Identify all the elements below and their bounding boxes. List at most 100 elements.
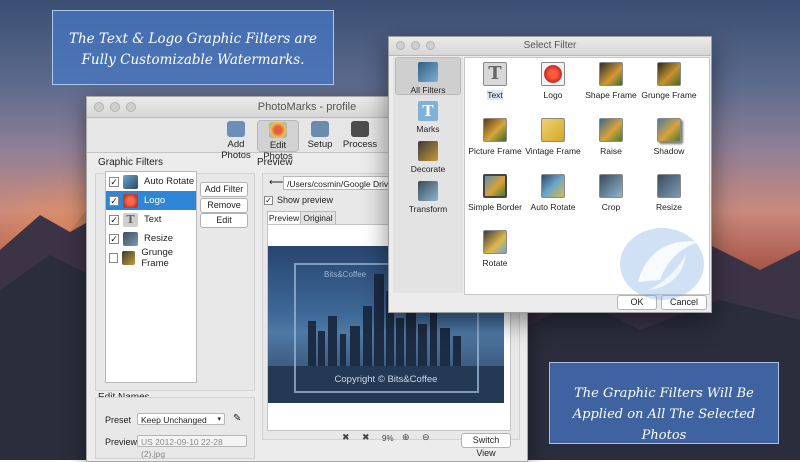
remove-filter-button[interactable]: Remove xyxy=(200,198,248,213)
tab-original[interactable]: Original xyxy=(300,211,336,225)
text-icon: T xyxy=(123,212,138,227)
window-title: PhotoMarks - profile xyxy=(257,101,357,113)
watermark-text: Bits&Coffee xyxy=(324,270,367,279)
filter-categories: All Filters T Marks Decorate Transform xyxy=(393,57,463,293)
filter-tile-text[interactable]: T Text xyxy=(465,62,525,100)
filter-label: Auto Rotate xyxy=(144,176,195,187)
filter-tile-picture-frame[interactable]: Picture Frame xyxy=(465,118,525,156)
text-icon: T xyxy=(483,62,507,86)
bits-coffee-logo-icon xyxy=(620,228,704,300)
setup-button[interactable]: Setup xyxy=(299,120,341,152)
filter-tile-resize[interactable]: Resize xyxy=(639,174,699,212)
filter-list[interactable]: ✓ Auto Rotate ✓ Logo ✓ T Text ✓ Resize G… xyxy=(105,171,197,383)
category-marks[interactable]: T Marks xyxy=(395,101,461,134)
tab-preview[interactable]: Preview xyxy=(267,211,301,225)
filter-tile-label: Text xyxy=(487,90,503,100)
filter-tile-shadow[interactable]: Shadow xyxy=(639,118,699,156)
edit-photos-button[interactable]: Edit Photos xyxy=(257,120,299,162)
grunge-frame-icon xyxy=(122,250,136,265)
filter-tile-label: Picture Frame xyxy=(468,146,522,156)
filter-tile-label: Auto Rotate xyxy=(530,202,576,212)
filter-tile-logo[interactable]: Logo xyxy=(523,62,583,100)
filter-checkbox[interactable]: ✓ xyxy=(109,233,119,244)
filter-item-grunge-frame[interactable]: Grunge Frame xyxy=(106,246,196,269)
filter-tile-raise[interactable]: Raise xyxy=(581,118,641,156)
resize-icon xyxy=(657,174,681,198)
process-icon xyxy=(351,121,369,137)
path-field[interactable]: /Users/cosmin/Google Drive/Share/ xyxy=(283,176,395,190)
fit-icon[interactable]: ✖ xyxy=(342,432,350,443)
switch-view-button[interactable]: Switch View xyxy=(461,433,511,458)
close-icon[interactable] xyxy=(94,102,104,112)
category-label: All Filters xyxy=(410,85,446,95)
decorate-icon xyxy=(418,141,438,161)
filter-checkbox[interactable]: ✓ xyxy=(109,214,119,225)
edit-filter-button[interactable]: Edit xyxy=(200,213,248,228)
filter-item-resize[interactable]: ✓ Resize xyxy=(106,229,196,248)
filter-tile-label: Crop xyxy=(601,202,621,212)
zoom-in-icon[interactable]: ⊕ xyxy=(402,432,410,443)
back-arrow-icon[interactable]: ⟵ xyxy=(269,177,283,188)
marks-icon: T xyxy=(418,101,438,121)
filter-tile-label: Resize xyxy=(656,202,682,212)
zoom-icon[interactable] xyxy=(426,41,435,50)
filter-tile-vintage-frame[interactable]: Vintage Frame xyxy=(523,118,583,156)
transform-icon xyxy=(418,181,438,201)
filter-label: Grunge Frame xyxy=(141,246,174,269)
category-all-filters[interactable]: All Filters xyxy=(395,57,461,95)
filter-tile-grunge-frame[interactable]: Grunge Frame xyxy=(639,62,699,100)
name-preview-label: Preview xyxy=(105,437,138,447)
minimize-icon[interactable] xyxy=(110,102,120,112)
filter-item-text[interactable]: ✓ T Text xyxy=(106,210,196,229)
filter-tile-label: Shadow xyxy=(653,146,685,156)
filter-tile-label: Grunge Frame xyxy=(641,90,697,100)
actual-size-icon[interactable]: ✖ xyxy=(362,432,370,443)
filter-tile-auto-rotate[interactable]: Auto Rotate xyxy=(523,174,583,212)
bottom-banner: The Graphic Filters Will Be Applied on A… xyxy=(549,362,779,444)
filter-tile-shape-frame[interactable]: Shape Frame xyxy=(581,62,641,100)
filter-tile-simple-border[interactable]: Simple Border xyxy=(465,174,525,212)
add-photos-button[interactable]: Add Photos xyxy=(215,120,257,161)
filter-item-auto-rotate[interactable]: ✓ Auto Rotate xyxy=(106,172,196,191)
grunge-frame-icon xyxy=(657,62,681,86)
close-icon[interactable] xyxy=(396,41,405,50)
zoom-out-icon[interactable]: ⊖ xyxy=(422,432,430,443)
all-filters-icon xyxy=(418,62,438,82)
filter-tile-label: Rotate xyxy=(482,258,508,268)
filter-tile-crop[interactable]: Crop xyxy=(581,174,641,212)
filter-checkbox[interactable]: ✓ xyxy=(109,195,119,206)
show-preview-checkbox[interactable]: ✓ xyxy=(264,195,273,205)
filter-checkbox[interactable]: ✓ xyxy=(109,176,119,187)
zoom-icon[interactable] xyxy=(126,102,136,112)
preset-select[interactable]: Keep Unchanged ▾ xyxy=(137,413,225,425)
shadow-icon xyxy=(657,118,681,142)
minimize-icon[interactable] xyxy=(411,41,420,50)
edit-names-panel xyxy=(95,397,255,459)
category-label: Transform xyxy=(408,204,448,214)
auto-rotate-icon xyxy=(541,174,565,198)
logo-icon xyxy=(541,62,565,86)
filter-tile-label: Shape Frame xyxy=(585,90,637,100)
show-preview-toggle[interactable]: ✓ Show preview xyxy=(264,195,333,205)
name-preview-field: US 2012-09-10 22-28 (2).jpg xyxy=(137,435,247,459)
process-button[interactable]: Process xyxy=(339,120,381,152)
auto-rotate-icon xyxy=(123,174,138,189)
category-transform[interactable]: Transform xyxy=(395,181,461,214)
chevron-down-icon: ▾ xyxy=(217,416,221,423)
filter-label: Text xyxy=(144,214,162,225)
dialog-window-controls[interactable] xyxy=(396,41,435,50)
preset-value: Keep Unchanged xyxy=(141,415,207,425)
filter-tile-rotate[interactable]: Rotate xyxy=(465,230,525,268)
add-filter-button[interactable]: Add Filter xyxy=(200,182,248,197)
dialog-titlebar: Select Filter xyxy=(389,37,711,56)
filter-checkbox[interactable] xyxy=(109,252,119,263)
filter-item-logo[interactable]: ✓ Logo xyxy=(106,191,196,210)
logo-icon xyxy=(123,193,138,208)
window-controls[interactable] xyxy=(94,102,136,112)
rotate-icon xyxy=(483,230,507,254)
pencil-icon[interactable]: ✎ xyxy=(233,413,241,424)
dialog-title: Select Filter xyxy=(523,40,577,51)
resize-icon xyxy=(123,231,138,246)
category-decorate[interactable]: Decorate xyxy=(395,141,461,174)
crop-icon xyxy=(599,174,623,198)
